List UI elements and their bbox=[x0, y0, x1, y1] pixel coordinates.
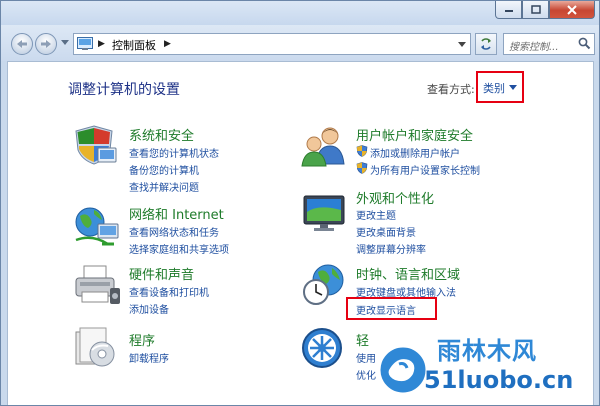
search-icon[interactable] bbox=[578, 37, 591, 50]
link-change-desktop-background[interactable]: 更改桌面背景 bbox=[356, 224, 416, 239]
category-title-clock-language-region[interactable]: 时钟、语言和区域 bbox=[356, 264, 460, 283]
link-ease-optimize[interactable]: 优化 bbox=[356, 367, 376, 382]
link-network-status[interactable]: 查看网络状态和任务 bbox=[129, 224, 219, 239]
back-arrow-icon bbox=[17, 40, 27, 48]
refresh-icon bbox=[481, 38, 491, 50]
maximize-button[interactable] bbox=[522, 1, 549, 19]
system-security-icon[interactable] bbox=[72, 124, 120, 170]
category-title-hardware-sound[interactable]: 硬件和声音 bbox=[129, 264, 194, 283]
printer-icon[interactable] bbox=[72, 262, 122, 312]
shield-icon bbox=[356, 145, 368, 157]
category-title-programs[interactable]: 程序 bbox=[129, 330, 155, 349]
minimize-button[interactable] bbox=[495, 1, 522, 19]
back-button[interactable] bbox=[11, 33, 33, 55]
link-add-device[interactable]: 添加设备 bbox=[129, 301, 169, 316]
shield-icon bbox=[356, 162, 368, 174]
link-change-theme[interactable]: 更改主题 bbox=[356, 207, 396, 222]
address-history-dropdown[interactable] bbox=[458, 42, 466, 47]
users-icon[interactable] bbox=[300, 124, 350, 172]
watermark-url: 51luobo.cn bbox=[424, 366, 574, 394]
link-devices-printers[interactable]: 查看设备和打印机 bbox=[129, 284, 209, 299]
search-box[interactable]: 搜索控制... bbox=[503, 33, 595, 55]
network-icon[interactable] bbox=[72, 204, 122, 252]
view-by-label: 查看方式: bbox=[427, 83, 475, 96]
link-view-computer-status[interactable]: 查看您的计算机状态 bbox=[129, 145, 219, 160]
navigation-bar: ▶ 控制面板 ▶ 搜索控制... bbox=[1, 25, 599, 61]
category-title-appearance[interactable]: 外观和个性化 bbox=[356, 188, 434, 207]
refresh-button[interactable] bbox=[475, 33, 497, 55]
forward-button[interactable] bbox=[35, 33, 57, 55]
recent-pages-dropdown[interactable] bbox=[61, 40, 69, 45]
maximize-icon bbox=[530, 5, 541, 14]
close-button[interactable] bbox=[549, 1, 595, 19]
title-bar bbox=[1, 1, 599, 25]
ease-of-access-icon[interactable] bbox=[300, 326, 346, 374]
link-troubleshoot[interactable]: 查找并解决问题 bbox=[129, 179, 199, 194]
link-homegroup-sharing[interactable]: 选择家庭组和共享选项 bbox=[129, 241, 229, 256]
link-change-display-language[interactable]: 更改显示语言 bbox=[356, 302, 416, 317]
monitor-icon[interactable] bbox=[300, 190, 350, 238]
breadcrumb-separator[interactable]: ▶ bbox=[98, 39, 105, 49]
link-adjust-resolution[interactable]: 调整屏幕分辨率 bbox=[356, 241, 426, 256]
page-title: 调整计算机的设置 bbox=[68, 82, 180, 98]
link-add-remove-accounts[interactable]: 添加或删除用户帐户 bbox=[370, 145, 460, 160]
programs-icon[interactable] bbox=[74, 326, 118, 374]
search-placeholder: 搜索控制... bbox=[509, 42, 559, 53]
category-title-system-security[interactable]: 系统和安全 bbox=[129, 125, 194, 144]
breadcrumb-separator[interactable]: ▶ bbox=[164, 39, 171, 49]
link-parental-controls[interactable]: 为所有用户设置家长控制 bbox=[370, 162, 480, 177]
link-uninstall-program[interactable]: 卸载程序 bbox=[129, 350, 169, 365]
link-ease-use[interactable]: 使用 bbox=[356, 350, 376, 365]
view-by-dropdown[interactable]: 类别 bbox=[483, 80, 505, 96]
chevron-down-icon[interactable] bbox=[509, 85, 517, 90]
address-box[interactable]: ▶ 控制面板 ▶ bbox=[73, 33, 471, 55]
close-icon bbox=[567, 4, 577, 15]
category-title-ease-of-access[interactable]: 轻 bbox=[356, 330, 369, 349]
watermark-title: 雨林木风 bbox=[437, 337, 537, 365]
forward-arrow-icon bbox=[41, 40, 51, 48]
category-title-user-accounts[interactable]: 用户帐户和家庭安全 bbox=[356, 125, 473, 144]
breadcrumb-control-panel[interactable]: 控制面板 bbox=[112, 37, 156, 53]
minimize-icon bbox=[504, 9, 513, 12]
link-backup-computer[interactable]: 备份您的计算机 bbox=[129, 162, 199, 177]
clock-globe-icon[interactable] bbox=[300, 262, 350, 312]
control-panel-icon bbox=[77, 37, 93, 50]
category-title-network-internet[interactable]: 网络和 Internet bbox=[129, 204, 224, 223]
